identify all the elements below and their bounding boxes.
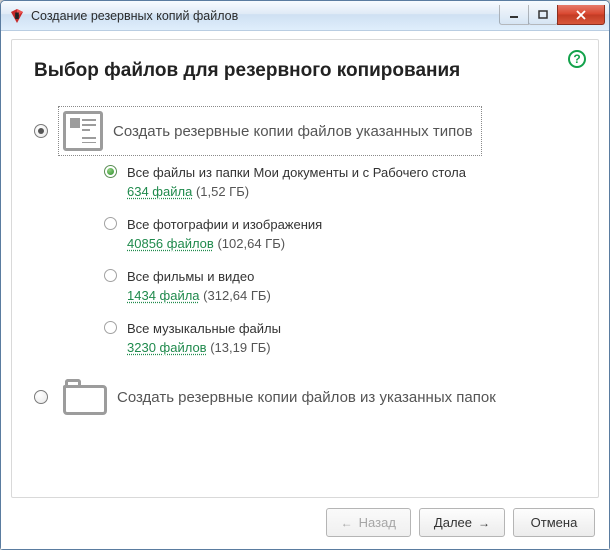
- radio-music[interactable]: [104, 321, 117, 334]
- file-count-link[interactable]: 1434 файла: [127, 288, 200, 303]
- file-size: (1,52 ГБ): [196, 184, 249, 199]
- sub-option-documents[interactable]: Все файлы из папки Мои документы и с Раб…: [104, 164, 576, 200]
- radio-by-folder[interactable]: [34, 390, 48, 404]
- sub-option-label: Все файлы из папки Мои документы и с Раб…: [127, 164, 466, 182]
- sub-option-label: Все фотографии и изображения: [127, 216, 322, 234]
- folder-icon: [63, 379, 107, 415]
- sub-option-music[interactable]: Все музыкальные файлы 3230 файлов (13,19…: [104, 320, 576, 356]
- option-by-type-box: Создать резервные копии файлов указанных…: [58, 106, 482, 156]
- radio-video[interactable]: [104, 269, 117, 282]
- window-frame: Создание резервных копий файлов ? Выбор …: [0, 0, 610, 550]
- radio-by-type[interactable]: [34, 124, 48, 138]
- cancel-button[interactable]: Отмена: [513, 508, 595, 537]
- content-panel: ? Выбор файлов для резервного копировани…: [11, 39, 599, 498]
- titlebar[interactable]: Создание резервных копий файлов: [1, 1, 609, 31]
- arrow-left-icon: ←: [341, 516, 353, 530]
- file-size: (13,19 ГБ): [210, 340, 270, 355]
- file-count-link[interactable]: 40856 файлов: [127, 236, 214, 251]
- option-by-folder[interactable]: Создать резервные копии файлов из указан…: [34, 374, 576, 420]
- window-controls: [500, 5, 605, 25]
- file-types-icon: [63, 111, 103, 151]
- sub-option-photos[interactable]: Все фотографии и изображения 40856 файло…: [104, 216, 576, 252]
- option-by-type-label: Создать резервные копии файлов указанных…: [113, 123, 473, 140]
- option-by-type[interactable]: Создать резервные копии файлов указанных…: [34, 106, 576, 156]
- file-size: (102,64 ГБ): [217, 236, 285, 251]
- sub-option-video[interactable]: Все фильмы и видео 1434 файла (312,64 ГБ…: [104, 268, 576, 304]
- sub-option-label: Все фильмы и видео: [127, 268, 271, 286]
- page-title: Выбор файлов для резервного копирования: [34, 60, 576, 82]
- file-count-link[interactable]: 3230 файлов: [127, 340, 207, 355]
- sub-option-label: Все музыкальные файлы: [127, 320, 281, 338]
- file-size: (312,64 ГБ): [203, 288, 271, 303]
- minimize-button[interactable]: [499, 5, 529, 25]
- back-button[interactable]: ← Назад: [326, 508, 411, 537]
- window-title: Создание резервных копий файлов: [31, 9, 500, 23]
- radio-documents[interactable]: [104, 165, 117, 178]
- next-label: Далее: [434, 515, 472, 530]
- option-by-folder-box: Создать резервные копии файлов из указан…: [58, 374, 505, 420]
- type-sub-options: Все файлы из папки Мои документы и с Раб…: [104, 164, 576, 356]
- option-by-folder-label: Создать резервные копии файлов из указан…: [117, 389, 496, 406]
- app-icon: [9, 8, 25, 24]
- wizard-footer: ← Назад Далее → Отмена: [11, 498, 599, 539]
- maximize-button[interactable]: [528, 5, 558, 25]
- next-button[interactable]: Далее →: [419, 508, 505, 537]
- radio-photos[interactable]: [104, 217, 117, 230]
- back-label: Назад: [359, 515, 396, 530]
- arrow-right-icon: →: [478, 516, 490, 530]
- client-area: ? Выбор файлов для резервного копировани…: [1, 31, 609, 549]
- close-button[interactable]: [557, 5, 605, 25]
- cancel-label: Отмена: [531, 515, 578, 530]
- help-icon[interactable]: ?: [568, 50, 586, 68]
- file-count-link[interactable]: 634 файла: [127, 184, 192, 199]
